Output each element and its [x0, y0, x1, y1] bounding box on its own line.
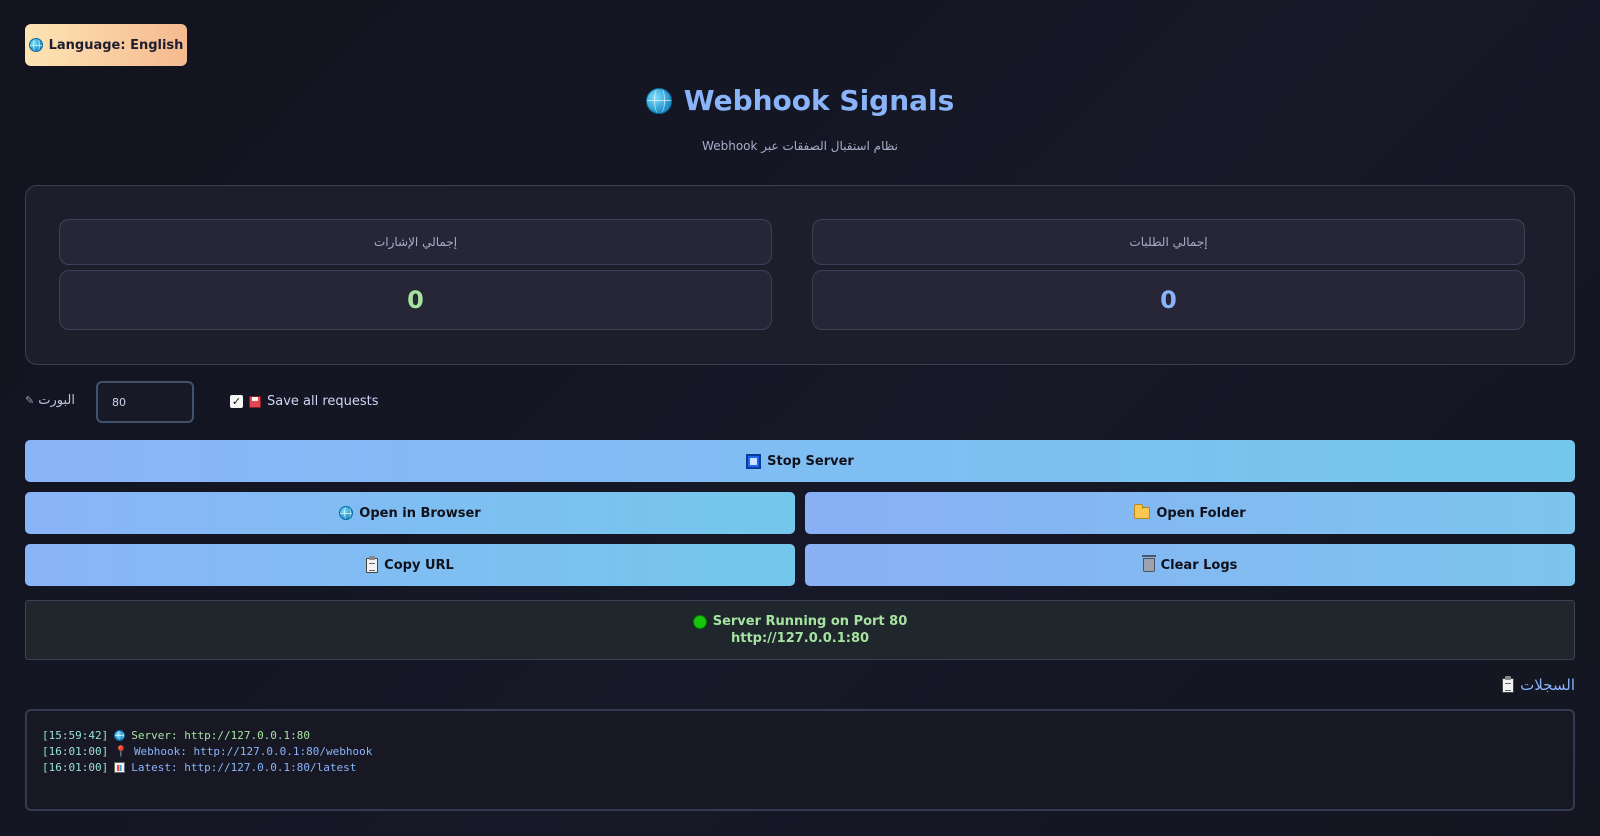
- clipboard-icon: [366, 555, 379, 573]
- server-url: http://127.0.0.1:80: [730, 631, 870, 646]
- log-text: Latest: http://127.0.0.1:80/latest: [131, 760, 357, 774]
- log-entry: [15:59:42] Server: http://127.0.0.1:80: [42, 727, 1558, 743]
- globe-icon: [339, 506, 354, 520]
- floppy-icon: [249, 395, 261, 408]
- language-button-label: Language: English: [48, 37, 184, 53]
- log-time: [16:01:00]: [42, 760, 109, 774]
- chart-icon: [114, 761, 126, 773]
- log-time: [16:01:00]: [42, 744, 109, 758]
- log-text: Server: http://127.0.0.1:80: [131, 728, 311, 742]
- log-text: Webhook: http://127.0.0.1:80/webhook: [133, 744, 373, 758]
- save-all-label: Save all requests: [267, 394, 379, 409]
- save-all-requests-toggle[interactable]: ✓ Save all requests: [230, 394, 379, 409]
- logs-title: السجلات: [1502, 675, 1575, 694]
- page-subtitle: نظام استقبال الصفقات عبر Webhook: [702, 139, 898, 153]
- clear-logs-button[interactable]: Clear Logs: [805, 544, 1575, 586]
- status-indicator-icon: [692, 614, 707, 629]
- total-requests-value: 0: [812, 270, 1525, 330]
- save-all-checkbox[interactable]: ✓: [230, 395, 243, 408]
- log-time: [15:59:42]: [42, 728, 109, 742]
- port-label-text: البورت: [38, 393, 75, 408]
- open-folder-label: Open Folder: [1156, 505, 1246, 521]
- pencil-icon: ✎: [25, 394, 35, 407]
- page-title: Webhook Signals: [0, 84, 1600, 117]
- language-button[interactable]: Language: English: [25, 24, 187, 66]
- log-entry: [16:01:00] 📍 Webhook: http://127.0.0.1:8…: [42, 743, 1558, 759]
- server-status-text: Server Running on Port 80: [712, 614, 908, 629]
- logs-panel[interactable]: [15:59:42] Server: http://127.0.0.1:80 […: [25, 709, 1575, 811]
- pin-icon: 📍: [114, 744, 128, 758]
- page-title-text: Webhook Signals: [683, 84, 955, 117]
- log-entry: [16:01:00] Latest: http://127.0.0.1:80/l…: [42, 759, 1558, 775]
- total-requests-label: إجمالي الطلبات: [812, 219, 1525, 265]
- trash-icon: [1141, 555, 1156, 572]
- globe-icon: [645, 87, 672, 114]
- total-signals-value: 0: [59, 270, 772, 330]
- open-in-browser-label: Open in Browser: [359, 505, 481, 521]
- port-label: البورت ✎: [25, 393, 75, 408]
- open-in-browser-button[interactable]: Open in Browser: [25, 492, 795, 534]
- clipboard-icon: [1502, 675, 1515, 693]
- open-folder-button[interactable]: Open Folder: [805, 492, 1575, 534]
- stats-panel: إجمالي الإشارات 0 إجمالي الطلبات 0: [25, 185, 1575, 365]
- copy-url-label: Copy URL: [384, 557, 454, 573]
- copy-url-button[interactable]: Copy URL: [25, 544, 795, 586]
- clear-logs-label: Clear Logs: [1160, 557, 1238, 573]
- server-status: Server Running on Port 80 http://127.0.0…: [25, 600, 1575, 660]
- logs-title-text: السجلات: [1520, 676, 1575, 694]
- globe-icon: [28, 38, 43, 52]
- stop-server-label: Stop Server: [767, 453, 854, 469]
- stop-icon: [746, 453, 762, 469]
- folder-icon: [1134, 504, 1151, 519]
- stop-server-button[interactable]: Stop Server: [25, 440, 1575, 482]
- total-signals-label: إجمالي الإشارات: [59, 219, 772, 265]
- server-status-line: Server Running on Port 80: [692, 613, 908, 630]
- port-input[interactable]: [96, 381, 194, 423]
- globe-icon: [114, 729, 126, 741]
